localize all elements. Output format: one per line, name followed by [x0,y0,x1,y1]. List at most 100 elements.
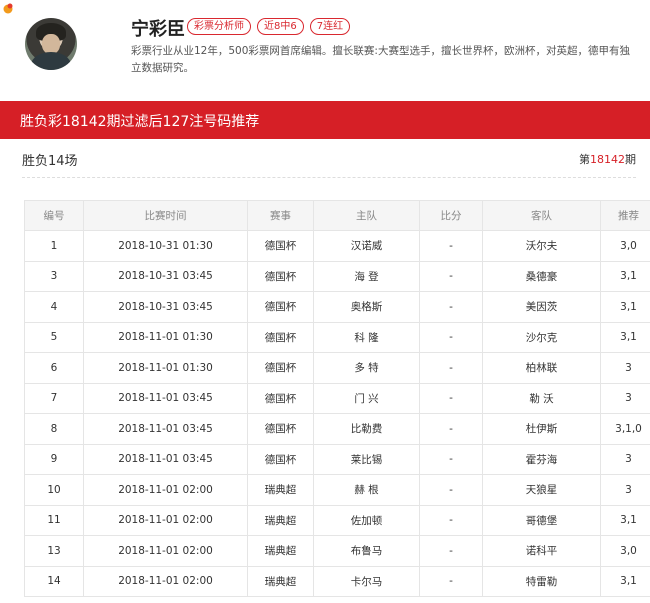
table-row: 8 2018-11-01 03:45 德国杯 比勒费 - 杜伊斯 3,1,0 [24,413,650,445]
cell-recommendation: 3,1 [600,260,650,292]
cell-number: 1 [24,230,84,262]
cell-number: 11 [24,504,84,536]
cell-away-team[interactable]: 诺科平 [482,535,601,567]
issue-prefix: 第 [579,153,590,166]
cell-league: 德国杯 [247,352,314,384]
cell-away-team[interactable]: 桑德豪 [482,260,601,292]
table-header-row: 编号 比赛时间 赛事 主队 比分 客队 推荐 [24,200,650,231]
cell-match-time: 2018-11-01 02:00 [83,474,248,506]
cell-match-time: 2018-11-01 02:00 [83,535,248,567]
cell-number: 14 [24,565,84,597]
section-divider [22,177,636,178]
cell-home-team[interactable]: 赫 根 [313,474,420,506]
cell-score: - [419,260,483,292]
table-row: 6 2018-11-01 01:30 德国杯多 特 - 柏林联 3 [24,352,650,384]
cell-home-team[interactable]: 科 隆 [313,321,420,353]
header-match-time: 比赛时间 [83,200,248,231]
cell-league: 瑞典超 [247,535,314,567]
header-number: 编号 [24,200,84,231]
issue-suffix: 期 [625,153,636,166]
cell-league: 瑞典超 [247,504,314,536]
cell-away-team[interactable]: 哥德堡 [482,504,601,536]
cell-home-team[interactable]: 奥格斯 [313,291,420,323]
table-row: 3 2018-10-31 03:45 德国杯海 登 - 桑德豪 3,1 [24,260,650,292]
cell-score: - [419,474,483,506]
cell-league: 德国杯 [247,260,314,292]
cell-home-team[interactable]: 莱比锡 [313,443,420,475]
header-league: 赛事 [247,200,314,231]
cell-match-time: 2018-11-01 02:00 [83,565,248,597]
header-away-team: 客队 [482,200,601,231]
cell-score: - [419,321,483,353]
author-bio: 彩票行业从业12年，500彩票网首席编辑。擅长联赛:大赛型选手，擅长世界杯，欧洲… [131,45,630,74]
cell-match-time: 2018-11-01 02:00 [83,504,248,536]
table-row: 7 2018-11-01 03:45 德国杯门 兴-勒 沃3 [24,382,650,414]
cell-match-time: 2018-11-01 03:45 [83,443,248,475]
cell-away-team[interactable]: 沃尔夫 [482,230,601,262]
cell-away-team[interactable]: 天狼星 [482,474,601,506]
section-title: 胜负14场 [22,154,78,169]
cell-league: 德国杯 [247,321,314,353]
cell-away-team[interactable]: 霍芬海 [482,443,601,475]
cell-away-team[interactable]: 美因茨 [482,291,601,323]
cell-home-team[interactable]: 布鲁马 [313,535,420,567]
cell-league: 德国杯 [247,413,314,445]
author-name[interactable]: 宁彩臣 [131,15,185,41]
cell-away-team[interactable]: 特雷勒 [482,565,601,597]
cell-match-time: 2018-11-01 01:30 [83,352,248,384]
tag-recent-record: 近8中6 [257,18,304,35]
cell-number: 5 [24,321,84,353]
cell-league: 瑞典超 [247,565,314,597]
table-row: 13 2018-11-01 02:00 瑞典超 布鲁马 - 诺科平 3,0 [24,535,650,567]
table-row: 1 2018-10-31 01:30 德国杯 汉诺威 - 沃尔夫 3,0 [24,230,650,262]
match-table: 编号 比赛时间 赛事 主队 比分 客队 推荐 1 2018-10-31 01:30… [24,200,650,597]
cell-score: - [419,352,483,384]
cell-recommendation: 3 [600,443,650,475]
cell-league: 瑞典超 [247,474,314,506]
cell-away-team[interactable]: 杜伊斯 [482,413,601,445]
header-recommendation: 推荐 [600,200,650,231]
cell-away-team[interactable]: 沙尔克 [482,321,601,353]
header-home-team: 主队 [313,200,420,231]
table-row: 4 2018-10-31 03:45 德国杯 奥格斯 - 美因茨 3,1 [24,291,650,323]
avatar[interactable] [25,18,77,70]
cell-number: 7 [24,382,84,414]
cell-recommendation: 3,1 [600,321,650,353]
cell-home-team[interactable]: 比勒费 [313,413,420,445]
cell-recommendation: 3,1 [600,291,650,323]
cell-match-time: 2018-10-31 03:45 [83,260,248,292]
article-banner: 胜负彩18142期过滤后127注号码推荐 [0,101,650,139]
cell-away-team[interactable]: 勒 沃 [482,382,601,414]
author-profile: 宁彩臣 彩票分析师 近8中6 7连红 彩票行业从业12年，500彩票网首席编辑。… [0,0,650,100]
cell-home-team[interactable]: 海 登 [313,260,420,292]
cell-score: - [419,382,483,414]
cell-number: 13 [24,535,84,567]
table-row: 9 2018-11-01 03:45 德国杯 莱比锡 - 霍芬海 3 [24,443,650,475]
cell-home-team[interactable]: 卡尔马 [313,565,420,597]
cell-away-team[interactable]: 柏林联 [482,352,601,384]
cell-number: 4 [24,291,84,323]
cell-recommendation: 3,1 [600,504,650,536]
cell-score: - [419,413,483,445]
cell-number: 8 [24,413,84,445]
cell-number: 10 [24,474,84,506]
cell-home-team[interactable]: 门 兴 [313,382,420,414]
issue-number: 18142 [590,153,625,166]
cell-score: - [419,535,483,567]
cell-match-time: 2018-10-31 03:45 [83,291,248,323]
cell-league: 德国杯 [247,382,314,414]
cell-recommendation: 3 [600,382,650,414]
cell-recommendation: 3,1 [600,565,650,597]
tag-streak: 7连红 [309,18,351,35]
cell-home-team[interactable]: 汉诺威 [313,230,420,262]
cell-score: - [419,291,483,323]
cell-home-team[interactable]: 多 特 [313,352,420,384]
table-row: 14 2018-11-01 02:00 瑞典超 卡尔马 - 特雷勒 3,1 [24,565,650,597]
cell-home-team[interactable]: 佐加顿 [313,504,420,536]
cell-score: - [419,565,483,597]
cell-league: 德国杯 [247,291,314,323]
cell-score: - [419,504,483,536]
cell-score: - [419,230,483,262]
cell-match-time: 2018-10-31 01:30 [83,230,248,262]
cell-recommendation: 3 [600,474,650,506]
